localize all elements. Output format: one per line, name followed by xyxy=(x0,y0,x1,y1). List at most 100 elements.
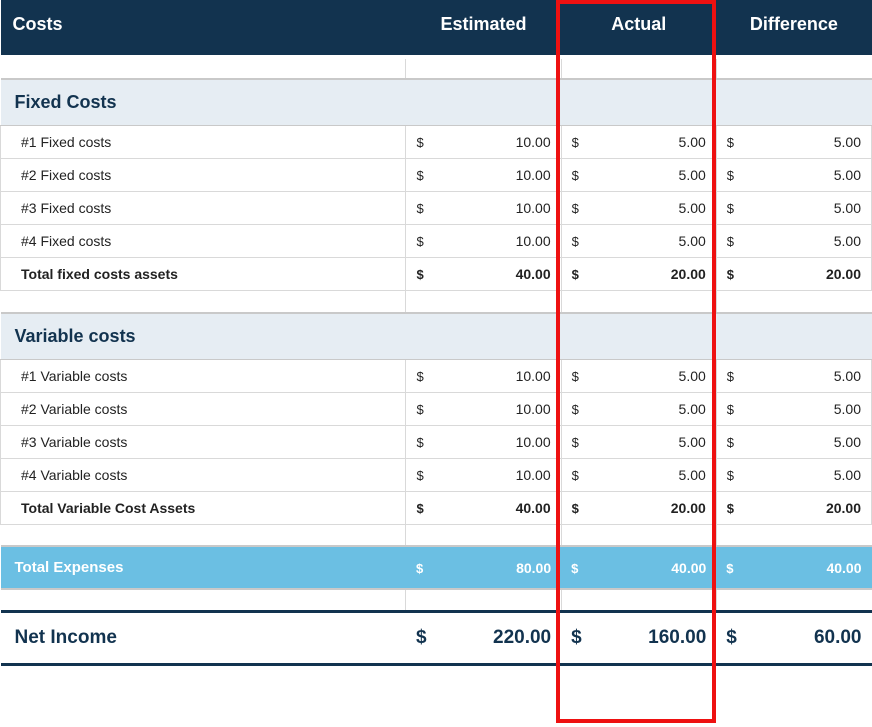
currency-symbol: $ xyxy=(416,468,423,483)
money-cell: $40.00 xyxy=(416,266,550,282)
money-value: 60.00 xyxy=(814,627,862,649)
row-label: #3 Variable costs xyxy=(1,425,406,458)
money-value: 5.00 xyxy=(679,233,706,249)
currency-symbol: $ xyxy=(572,234,579,249)
currency-symbol: $ xyxy=(572,369,579,384)
currency-symbol: $ xyxy=(416,201,423,216)
currency-symbol: $ xyxy=(416,627,427,649)
currency-symbol: $ xyxy=(572,201,579,216)
money-cell: $5.00 xyxy=(727,434,861,450)
money-cell: $5.00 xyxy=(727,467,861,483)
currency-symbol: $ xyxy=(726,561,733,576)
money-value: 5.00 xyxy=(679,368,706,384)
money-cell: $80.00 xyxy=(416,560,551,576)
total-expenses-row: Total Expenses$80.00$40.00$40.00 xyxy=(1,546,872,589)
row-label: Total Expenses xyxy=(1,546,406,589)
money-value: 10.00 xyxy=(516,233,551,249)
money-cell: $10.00 xyxy=(416,368,550,384)
money-value: 5.00 xyxy=(679,401,706,417)
table-row: #1 Variable costs$10.00$5.00$5.00 xyxy=(1,359,872,392)
row-label: #2 Fixed costs xyxy=(1,159,406,192)
money-value: 20.00 xyxy=(826,266,861,282)
money-value: 5.00 xyxy=(834,167,861,183)
money-value: 40.00 xyxy=(826,560,861,576)
currency-symbol: $ xyxy=(727,369,734,384)
currency-symbol: $ xyxy=(416,168,423,183)
currency-symbol: $ xyxy=(572,267,579,282)
money-value: 5.00 xyxy=(679,200,706,216)
table-row: #3 Fixed costs$10.00$5.00$5.00 xyxy=(1,192,872,225)
currency-symbol: $ xyxy=(572,168,579,183)
blank-row xyxy=(1,524,872,546)
money-cell: $20.00 xyxy=(727,500,861,516)
budget-table-wrap: CostsEstimatedActualDifferenceFixed Cost… xyxy=(0,0,872,672)
money-value: 160.00 xyxy=(648,627,706,649)
row-label: #4 Fixed costs xyxy=(1,225,406,258)
currency-symbol: $ xyxy=(572,468,579,483)
net-income-row: Net Income$220.00$160.00$60.00 xyxy=(1,611,872,664)
money-cell: $5.00 xyxy=(572,134,706,150)
blank-row xyxy=(1,57,872,79)
money-cell: $40.00 xyxy=(416,500,550,516)
money-cell: $10.00 xyxy=(416,167,550,183)
money-value: 5.00 xyxy=(679,467,706,483)
money-value: 5.00 xyxy=(679,134,706,150)
money-value: 5.00 xyxy=(834,401,861,417)
money-value: 20.00 xyxy=(826,500,861,516)
currency-symbol: $ xyxy=(572,135,579,150)
money-cell: $10.00 xyxy=(416,233,550,249)
money-cell: $220.00 xyxy=(416,627,551,649)
money-cell: $5.00 xyxy=(727,134,861,150)
money-cell: $5.00 xyxy=(727,233,861,249)
currency-symbol: $ xyxy=(416,561,423,576)
money-cell: $5.00 xyxy=(572,167,706,183)
money-value: 40.00 xyxy=(671,560,706,576)
section-heading: Variable costs xyxy=(1,313,872,360)
money-value: 40.00 xyxy=(516,266,551,282)
currency-symbol: $ xyxy=(572,435,579,450)
money-value: 10.00 xyxy=(516,368,551,384)
currency-symbol: $ xyxy=(726,627,737,649)
table-row: #1 Fixed costs$10.00$5.00$5.00 xyxy=(1,126,872,159)
money-value: 5.00 xyxy=(679,167,706,183)
currency-symbol: $ xyxy=(727,501,734,516)
money-value: 5.00 xyxy=(834,434,861,450)
row-label: #1 Fixed costs xyxy=(1,126,406,159)
money-value: 10.00 xyxy=(516,200,551,216)
currency-symbol: $ xyxy=(572,501,579,516)
money-cell: $5.00 xyxy=(727,368,861,384)
money-cell: $160.00 xyxy=(571,627,706,649)
currency-symbol: $ xyxy=(727,234,734,249)
money-cell: $60.00 xyxy=(726,627,861,649)
money-cell: $10.00 xyxy=(416,467,550,483)
money-cell: $20.00 xyxy=(727,266,861,282)
row-label: #1 Variable costs xyxy=(1,359,406,392)
money-value: 40.00 xyxy=(516,500,551,516)
money-cell: $5.00 xyxy=(727,200,861,216)
row-label: #3 Fixed costs xyxy=(1,192,406,225)
table-row: #4 Variable costs$10.00$5.00$5.00 xyxy=(1,458,872,491)
money-value: 10.00 xyxy=(516,467,551,483)
money-cell: $5.00 xyxy=(727,167,861,183)
money-cell: $5.00 xyxy=(572,368,706,384)
money-cell: $5.00 xyxy=(727,401,861,417)
money-value: 20.00 xyxy=(671,266,706,282)
money-value: 80.00 xyxy=(516,560,551,576)
currency-symbol: $ xyxy=(727,201,734,216)
money-value: 5.00 xyxy=(834,368,861,384)
money-cell: $40.00 xyxy=(726,560,861,576)
money-cell: $20.00 xyxy=(572,500,706,516)
currency-symbol: $ xyxy=(727,168,734,183)
currency-symbol: $ xyxy=(416,501,423,516)
money-value: 5.00 xyxy=(834,233,861,249)
header-row: CostsEstimatedActualDifference xyxy=(1,0,872,57)
table-row: #2 Variable costs$10.00$5.00$5.00 xyxy=(1,392,872,425)
money-value: 5.00 xyxy=(834,200,861,216)
money-cell: $20.00 xyxy=(572,266,706,282)
money-value: 220.00 xyxy=(493,627,551,649)
currency-symbol: $ xyxy=(416,402,423,417)
table-row: #2 Fixed costs$10.00$5.00$5.00 xyxy=(1,159,872,192)
currency-symbol: $ xyxy=(416,369,423,384)
currency-symbol: $ xyxy=(416,234,423,249)
row-label: #4 Variable costs xyxy=(1,458,406,491)
